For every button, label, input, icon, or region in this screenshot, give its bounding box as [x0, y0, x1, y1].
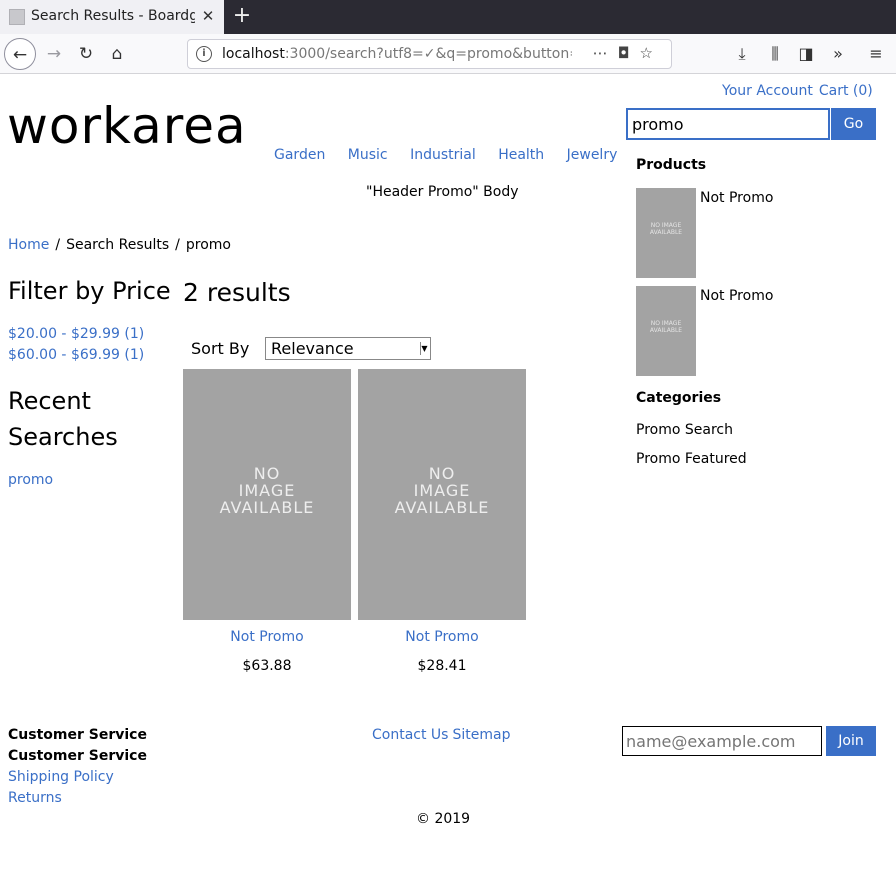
product-price: $28.41 [417, 658, 467, 674]
price-filter-20-29[interactable]: $20.00 - $29.99 (1) [8, 326, 144, 342]
sort-select[interactable]: Relevance ▼ [265, 337, 431, 360]
site-info-icon[interactable]: i [196, 46, 212, 62]
sort-selected-value: Relevance [271, 339, 354, 358]
autocomplete-product[interactable]: NO IMAGE AVAILABLE Not Promo [636, 286, 876, 376]
image-placeholder-text: IMAGE [413, 481, 471, 500]
footer-link-contact-us[interactable]: Contact Us [372, 727, 448, 743]
product-card: NO IMAGE AVAILABLE Not Promo $28.41 [358, 369, 526, 679]
cart-link[interactable]: Cart (0) [819, 83, 873, 99]
library-icon[interactable]: ⫼ [764, 43, 786, 65]
autocomplete-product-name[interactable]: Not Promo [700, 288, 773, 304]
product-thumbnail[interactable]: NO IMAGE AVAILABLE [636, 286, 696, 376]
footer-link-shipping-policy[interactable]: Shipping Policy [8, 769, 114, 785]
product-name-link[interactable]: Not Promo [183, 629, 351, 645]
product-card: NO IMAGE AVAILABLE Not Promo $63.88 [183, 369, 351, 679]
footer-heading-customer-service: Customer Service [8, 727, 147, 743]
tab-title: Search Results - Boardgam [31, 8, 195, 24]
breadcrumb-query: promo [185, 237, 231, 253]
home-icon[interactable]: ⌂ [101, 38, 133, 70]
results-count: 2 results [183, 278, 291, 307]
header-promo: "Header Promo" Body [366, 184, 519, 200]
breadcrumb-home[interactable]: Home [8, 237, 49, 253]
image-placeholder-text: NO [253, 464, 281, 483]
account-links: Your Account Cart (0) [722, 83, 879, 99]
autocomplete-categories-heading: Categories [636, 390, 722, 406]
price-filter-60-69[interactable]: $60.00 - $69.99 (1) [8, 347, 144, 363]
download-icon[interactable]: ⤓ [731, 43, 753, 65]
browser-tab-bar: Search Results - Boardgam ✕ + [0, 0, 896, 34]
sort-by-label: Sort By [191, 339, 250, 358]
primary-nav: Garden Music Industrial Health Jewelry [274, 147, 635, 163]
nav-item-jewelry[interactable]: Jewelry [567, 147, 618, 163]
url-bar[interactable]: i localhost:3000/search?utf8=✓&q=promo&b… [187, 39, 672, 69]
overflow-chevron-icon[interactable]: » [827, 43, 849, 65]
forward-icon[interactable]: → [38, 38, 70, 70]
dropdown-arrow-icon: ▼ [420, 342, 428, 355]
footer-links: Contact Us Sitemap [372, 727, 514, 743]
bookmark-star-icon: ☆ [639, 44, 663, 62]
menu-icon[interactable]: ≡ [865, 43, 887, 65]
breadcrumb-separator: / [175, 237, 180, 253]
autocomplete-category-item[interactable]: Promo Search [636, 422, 733, 438]
product-price: $63.88 [242, 658, 292, 674]
sidebar-icon[interactable]: ◨ [795, 43, 817, 65]
product-thumbnail[interactable]: NO IMAGE AVAILABLE [636, 188, 696, 278]
recent-search-link[interactable]: promo [8, 472, 53, 488]
product-image[interactable]: NO IMAGE AVAILABLE [183, 369, 351, 620]
recent-searches-heading: Recent Searches [8, 387, 118, 451]
url-text[interactable]: localhost:3000/search?utf8=✓&q=promo&but… [222, 46, 572, 64]
site-logo[interactable]: workarea [7, 96, 247, 156]
footer-link-returns[interactable]: Returns [8, 790, 62, 806]
search-input[interactable] [626, 108, 830, 140]
back-icon[interactable]: ← [4, 38, 36, 70]
nav-item-industrial[interactable]: Industrial [410, 147, 476, 163]
image-placeholder-text: NO [428, 464, 456, 483]
product-name-link[interactable]: Not Promo [358, 629, 526, 645]
new-tab-icon[interactable]: + [230, 4, 254, 28]
nav-item-music[interactable]: Music [348, 147, 388, 163]
search-go-button[interactable]: Go [831, 108, 876, 140]
product-image[interactable]: NO IMAGE AVAILABLE [358, 369, 526, 620]
browser-tab[interactable]: Search Results - Boardgam ✕ [0, 0, 224, 34]
reload-icon[interactable]: ↻ [70, 38, 102, 70]
autocomplete-products-heading: Products [636, 157, 707, 173]
footer-heading-customer-service: Customer Service [8, 748, 147, 764]
pocket-icon: ◘ [617, 44, 640, 62]
breadcrumb-search-results: Search Results [66, 237, 170, 253]
favicon-icon [9, 9, 25, 25]
breadcrumb-separator: / [55, 237, 61, 253]
close-tab-icon[interactable]: ✕ [198, 6, 218, 26]
newsletter-join-button[interactable]: Join [826, 726, 876, 756]
autocomplete-product[interactable]: NO IMAGE AVAILABLE Not Promo [636, 188, 876, 278]
nav-item-health[interactable]: Health [498, 147, 544, 163]
autocomplete-category-item[interactable]: Promo Featured [636, 451, 747, 467]
filter-by-price-heading: Filter by Price [8, 277, 171, 305]
your-account-link[interactable]: Your Account [722, 83, 813, 99]
nav-item-garden[interactable]: Garden [274, 147, 325, 163]
image-placeholder-text: IMAGE [238, 481, 296, 500]
more-icon: ⋯ [592, 44, 618, 62]
autocomplete-product-name[interactable]: Not Promo [700, 190, 773, 206]
breadcrumb: Home / Search Results / promo [8, 237, 231, 253]
newsletter-email-input[interactable] [622, 726, 822, 756]
image-placeholder-text: AVAILABLE [219, 498, 315, 517]
image-placeholder-text: AVAILABLE [394, 498, 490, 517]
copyright: © 2019 [416, 811, 471, 827]
url-action-icons[interactable]: ⋯◘☆ [593, 44, 663, 64]
browser-toolbar: ← → ↻ ⌂ i localhost:3000/search?utf8=✓&q… [0, 34, 896, 74]
footer-link-sitemap[interactable]: Sitemap [452, 727, 510, 743]
